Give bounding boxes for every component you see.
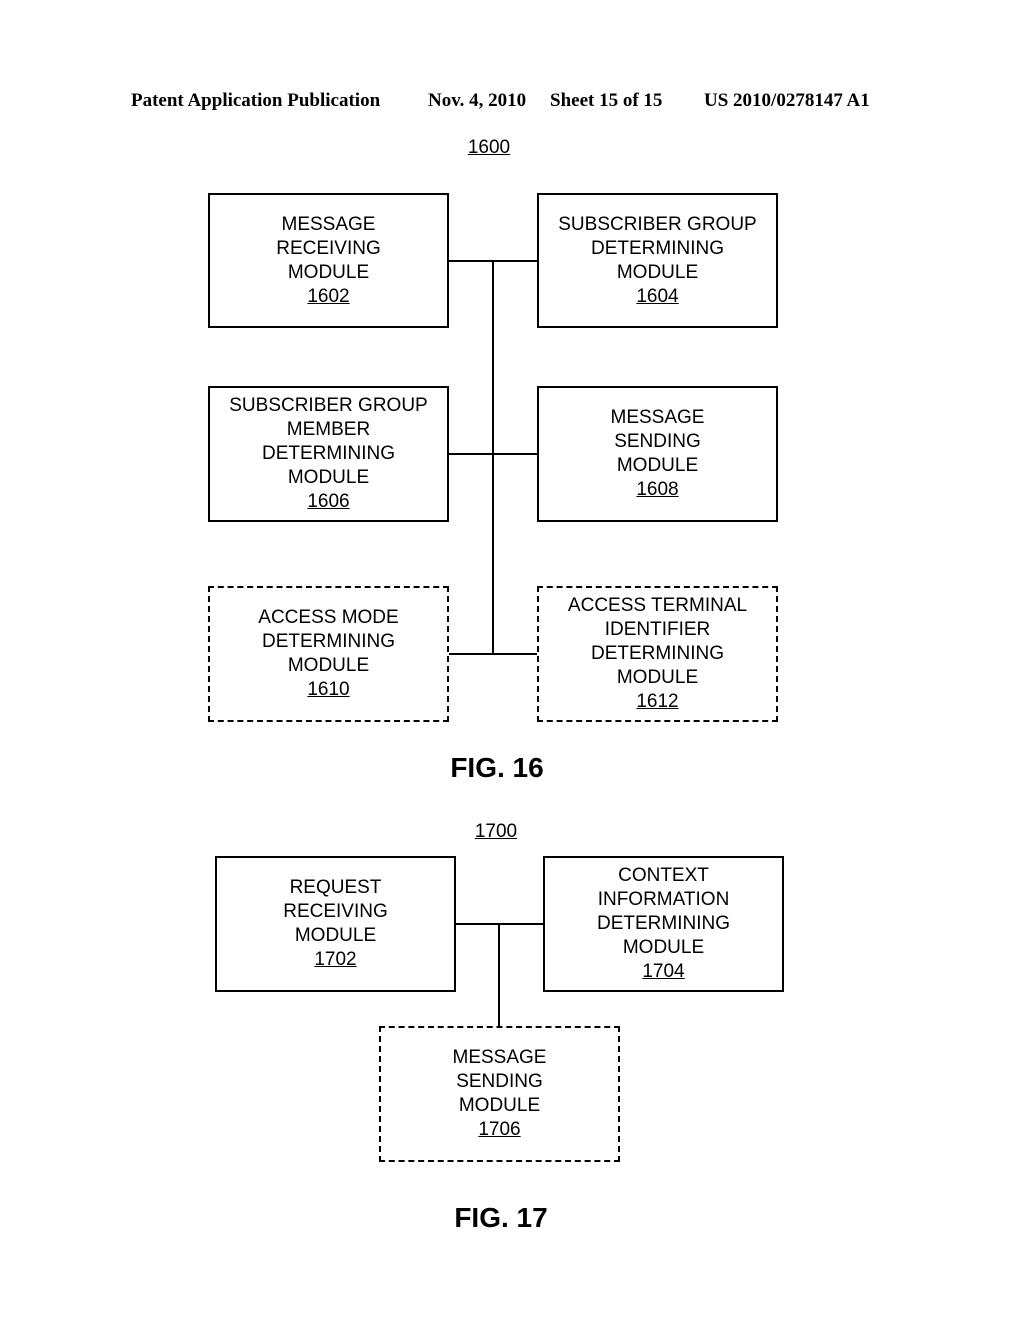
module-label: MEMBER (286, 419, 371, 440)
module-label: INFORMATION (597, 889, 730, 910)
module-number: 1612 (636, 691, 679, 712)
module-label: REQUEST (289, 877, 382, 898)
fig17-caption: FIG. 17 (454, 1202, 548, 1233)
module-label: DETERMINING (597, 913, 730, 934)
fig16-connector-1610-1612 (448, 653, 538, 655)
module-label: SENDING (456, 1071, 543, 1092)
module-label: DETERMINING (262, 631, 395, 652)
module-label: MESSAGE (452, 1047, 547, 1068)
module-label: MESSAGE (610, 407, 705, 428)
module-number: 1706 (478, 1119, 521, 1140)
publication-label: Patent Application Publication (131, 90, 381, 111)
fig17-connector-to-1706 (498, 923, 500, 1027)
module-label: MODULE (287, 655, 370, 676)
module-label: RECEIVING (276, 237, 381, 259)
module-1706: MESSAGE SENDING MODULE 1706 (379, 1026, 620, 1162)
module-label: MODULE (287, 261, 370, 283)
publication-date: Nov. 4, 2010 (428, 90, 527, 111)
module-label: IDENTIFIER (604, 619, 711, 640)
module-label: ACCESS TERMINAL (567, 595, 748, 616)
module-number: 1610 (307, 679, 350, 700)
module-label: MODULE (622, 937, 705, 958)
module-number: 1602 (307, 285, 350, 307)
module-label: DETERMINING (591, 237, 724, 259)
module-1704: CONTEXT INFORMATION DETERMINING MODULE 1… (543, 856, 784, 992)
fig16-connector-1606-1608 (448, 453, 538, 455)
fig16-reference-number: 1600 (467, 137, 511, 158)
fig17-connector-1702-1704 (455, 923, 545, 925)
fig16-bus-vertical (492, 260, 494, 655)
module-label: SUBSCRIBER GROUP (558, 213, 757, 235)
module-label: MODULE (294, 925, 377, 946)
module-label: RECEIVING (283, 901, 388, 922)
fig17-reference-number: 1700 (474, 821, 518, 842)
module-1612: ACCESS TERMINAL IDENTIFIER DETERMINING M… (537, 586, 778, 722)
module-number: 1606 (307, 491, 350, 512)
module-number: 1604 (636, 285, 679, 307)
fig16-caption: FIG. 16 (450, 752, 544, 783)
module-label: SENDING (614, 431, 701, 452)
module-number: 1608 (636, 479, 679, 500)
patent-number: US 2010/0278147 A1 (704, 90, 870, 111)
module-1702: REQUEST RECEIVING MODULE 1702 (215, 856, 456, 992)
module-label: MODULE (616, 261, 699, 283)
module-label: MODULE (616, 455, 699, 476)
module-number: 1704 (642, 961, 685, 982)
module-label: DETERMINING (591, 643, 724, 664)
module-label: SUBSCRIBER GROUP (229, 395, 428, 416)
module-1606: SUBSCRIBER GROUP MEMBER DETERMINING MODU… (208, 386, 449, 522)
module-label: MESSAGE (281, 213, 376, 235)
module-label: MODULE (287, 467, 370, 488)
fig16-connector-1602-1604 (448, 260, 538, 262)
module-label: DETERMINING (262, 443, 395, 464)
module-number: 1702 (314, 949, 357, 970)
module-label: CONTEXT (618, 865, 709, 886)
module-1610: ACCESS MODE DETERMINING MODULE 1610 (208, 586, 449, 722)
module-label: MODULE (616, 667, 699, 688)
sheet-number: Sheet 15 of 15 (550, 90, 663, 111)
module-label: MODULE (458, 1095, 541, 1116)
module-1604: SUBSCRIBER GROUP DETERMINING MODULE 1604 (537, 193, 778, 328)
module-1608: MESSAGE SENDING MODULE 1608 (537, 386, 778, 522)
module-1602: MESSAGE RECEIVING MODULE 1602 (208, 193, 449, 328)
module-label: ACCESS MODE (258, 607, 399, 628)
